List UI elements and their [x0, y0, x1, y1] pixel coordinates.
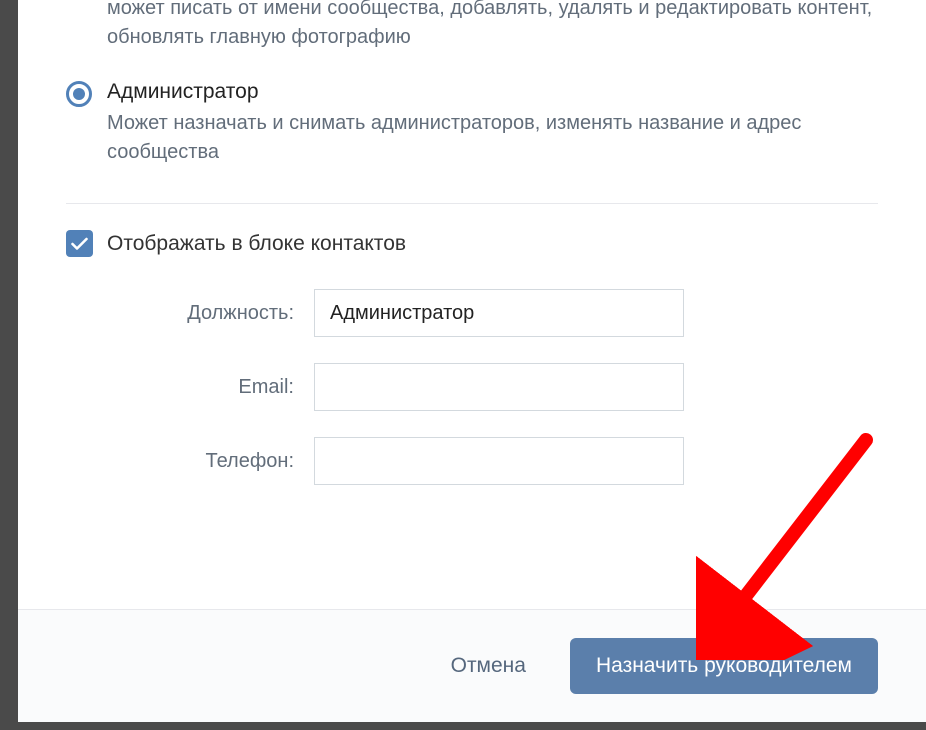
- position-input[interactable]: [314, 289, 684, 337]
- assign-manager-button[interactable]: Назначить руководителем: [570, 638, 878, 694]
- position-row: Должность:: [66, 289, 878, 337]
- show-in-contacts-label: Отображать в блоке контактов: [107, 232, 406, 256]
- role-option-admin[interactable]: Администратор Может назначать и снимать …: [66, 78, 878, 167]
- email-row: Email:: [66, 363, 878, 411]
- section-divider: [66, 203, 878, 204]
- phone-row: Телефон:: [66, 437, 878, 485]
- phone-input[interactable]: [314, 437, 684, 485]
- role-admin-content: Администратор Может назначать и снимать …: [107, 78, 878, 167]
- phone-label: Телефон:: [66, 450, 314, 473]
- position-label: Должность:: [66, 302, 314, 325]
- checkbox-checked-icon[interactable]: [66, 230, 93, 257]
- role-admin-title: Администратор: [107, 78, 878, 105]
- email-input[interactable]: [314, 363, 684, 411]
- dialog-footer: Отмена Назначить руководителем: [18, 609, 926, 722]
- assign-manager-dialog: может писать от имени сообщества, добавл…: [18, 0, 926, 722]
- contact-form: Должность: Email: Телефон:: [66, 289, 878, 485]
- role-admin-description: Может назначать и снимать администраторо…: [107, 109, 878, 167]
- radio-selected-icon[interactable]: [66, 81, 92, 107]
- prior-role-description: может писать от имени сообщества, добавл…: [66, 0, 878, 52]
- dialog-body: может писать от имени сообщества, добавл…: [18, 0, 926, 609]
- show-in-contacts-row[interactable]: Отображать в блоке контактов: [66, 230, 878, 257]
- cancel-button[interactable]: Отмена: [451, 654, 526, 678]
- email-label: Email:: [66, 376, 314, 399]
